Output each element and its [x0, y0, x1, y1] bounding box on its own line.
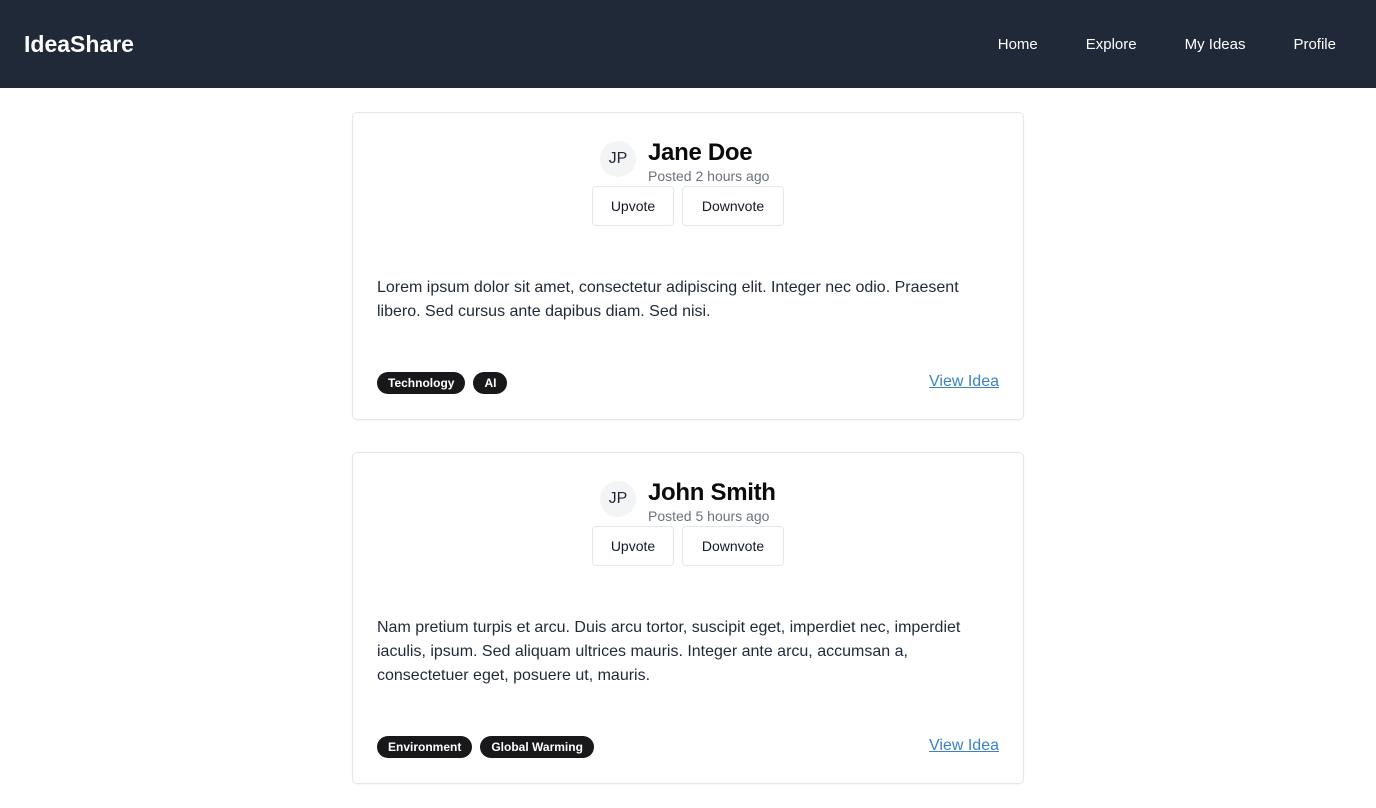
idea-card: JP John Smith Posted 5 hours ago Upvote … [352, 452, 1024, 784]
tag-technology[interactable]: Technology [377, 372, 466, 394]
idea-description: Nam pretium turpis et arcu. Duis arcu to… [377, 619, 961, 684]
nav-explore[interactable]: Explore [1086, 36, 1137, 53]
tag-list: Technology AI [377, 372, 515, 394]
brand-logo[interactable]: IdeaShare [24, 0, 134, 88]
tag-global-warming[interactable]: Global Warming [480, 736, 594, 758]
post-time: Posted 5 hours ago [648, 508, 770, 524]
avatar: JP [600, 481, 636, 517]
nav-home[interactable]: Home [998, 36, 1038, 53]
vote-controls: Upvote Downvote [592, 186, 784, 226]
tag-ai[interactable]: AI [473, 372, 508, 394]
downvote-button[interactable]: Downvote [682, 526, 784, 566]
nav-my-ideas[interactable]: My Ideas [1185, 36, 1246, 53]
upvote-button[interactable]: Upvote [592, 526, 674, 566]
upvote-button[interactable]: Upvote [592, 186, 674, 226]
view-idea-link[interactable]: View Idea [929, 737, 999, 755]
main-nav: Home Explore My Ideas Profile [998, 0, 1336, 88]
author-name: Jane Doe [648, 139, 753, 166]
author-block: JP John Smith Posted 5 hours ago [600, 480, 776, 525]
nav-profile[interactable]: Profile [1293, 36, 1336, 53]
tag-environment[interactable]: Environment [377, 736, 473, 758]
view-idea-link[interactable]: View Idea [929, 373, 999, 391]
author-block: JP Jane Doe Posted 2 hours ago [600, 140, 769, 185]
post-time: Posted 2 hours ago [648, 168, 770, 184]
downvote-button[interactable]: Downvote [682, 186, 784, 226]
vote-controls: Upvote Downvote [592, 526, 784, 566]
avatar: JP [600, 141, 636, 177]
idea-card: JP Jane Doe Posted 2 hours ago Upvote Do… [352, 112, 1024, 420]
tag-list: Environment Global Warming [377, 736, 602, 758]
idea-description: Lorem ipsum dolor sit amet, consectetur … [377, 279, 959, 320]
top-navbar: IdeaShare Home Explore My Ideas Profile [0, 0, 1376, 88]
author-name: John Smith [648, 479, 776, 506]
